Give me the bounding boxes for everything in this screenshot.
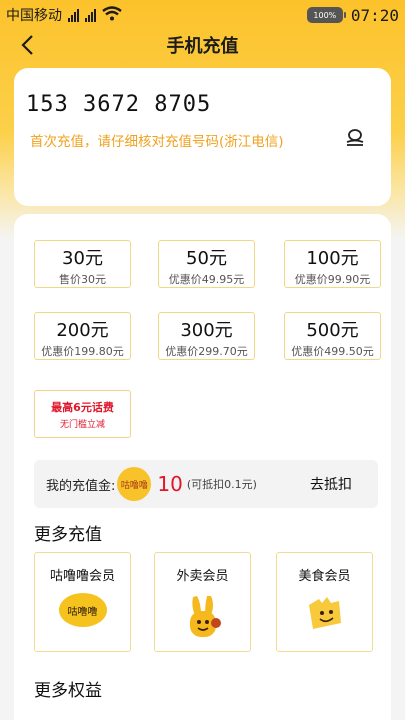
- battery-icon: 100%: [306, 7, 346, 23]
- back-button[interactable]: [14, 30, 40, 60]
- carrier-name: 中国移动: [6, 8, 62, 24]
- recharge-card: 30元 售价30元 50元 优惠价49.95元 100元 优惠价99.90元 2…: [14, 214, 391, 720]
- amount-price: 优惠价299.70元: [165, 345, 248, 358]
- amount-price: 优惠价499.50元: [291, 345, 374, 358]
- amount-option-200[interactable]: 200元 优惠价199.80元: [34, 312, 131, 360]
- amount-value: 200元: [56, 320, 109, 341]
- amount-option-50[interactable]: 50元 优惠价49.95元: [158, 240, 255, 288]
- amount-value: 50元: [186, 248, 227, 269]
- cheese-mascot-icon: [305, 593, 345, 637]
- more-recharge-title: 更多充值: [34, 525, 102, 545]
- gold-deduct-note: (可抵扣0.1元): [186, 478, 257, 491]
- promo-subtitle: 无门槛立减: [59, 420, 105, 430]
- food-member-card[interactable]: 美食会员: [276, 552, 373, 652]
- signal-icon: [68, 8, 79, 22]
- wifi-icon: [102, 5, 122, 25]
- amount-price: 优惠价99.90元: [294, 273, 371, 286]
- gold-amount: 10: [157, 472, 183, 496]
- amount-option-500[interactable]: 500元 优惠价499.50元: [284, 312, 381, 360]
- amount-value: 100元: [306, 248, 359, 269]
- amount-price: 优惠价199.80元: [41, 345, 124, 358]
- status-bar: 中国移动 100% 07:20: [0, 0, 405, 30]
- member-label: 美食会员: [298, 569, 351, 584]
- takeout-member-card[interactable]: 外卖会员: [154, 552, 251, 652]
- amount-value: 500元: [306, 320, 359, 341]
- gold-label: 我的充值金:: [46, 478, 116, 494]
- gulu-coin-icon: 咕噜噜: [117, 467, 152, 501]
- member-label: 咕噜噜会员: [49, 569, 115, 584]
- amount-value: 300元: [180, 320, 233, 341]
- amount-option-300[interactable]: 300元 优惠价299.70元: [158, 312, 255, 360]
- contacts-icon[interactable]: [344, 128, 366, 150]
- deduct-button[interactable]: 去抵扣: [310, 474, 352, 494]
- phone-number-input[interactable]: 153 3672 8705: [26, 92, 211, 117]
- more-benefits-title: 更多权益: [34, 681, 102, 701]
- amount-price: 售价30元: [59, 273, 106, 286]
- amount-option-30[interactable]: 30元 售价30元: [34, 240, 131, 288]
- recharge-gold-row: 我的充值金: 咕噜噜 10 (可抵扣0.1元) 去抵扣: [34, 460, 378, 508]
- gulu-member-card[interactable]: 咕噜噜会员 咕噜噜: [34, 552, 131, 652]
- gulu-logo-icon: 咕噜噜: [58, 593, 107, 627]
- status-time: 07:20: [350, 5, 399, 25]
- discount-promo[interactable]: 最高6元话费 无门槛立减: [34, 390, 131, 438]
- amount-value: 30元: [62, 248, 103, 269]
- amount-price: 优惠价49.95元: [168, 273, 245, 286]
- phone-number-card: 153 3672 8705 首次充值，请仔细核对充值号码(浙江电信): [14, 68, 391, 206]
- chevron-left-icon: [21, 35, 33, 55]
- nav-bar: 手机充值: [0, 30, 405, 60]
- member-label: 外卖会员: [176, 569, 229, 584]
- phone-hint-text: 首次充值，请仔细核对充值号码(浙江电信): [30, 134, 284, 150]
- promo-title: 最高6元话费: [51, 401, 114, 414]
- signal-icon-2: [85, 8, 96, 22]
- amount-option-100[interactable]: 100元 优惠价99.90元: [284, 240, 381, 288]
- page-title: 手机充值: [166, 36, 239, 57]
- rabbit-mascot-icon: [183, 593, 223, 645]
